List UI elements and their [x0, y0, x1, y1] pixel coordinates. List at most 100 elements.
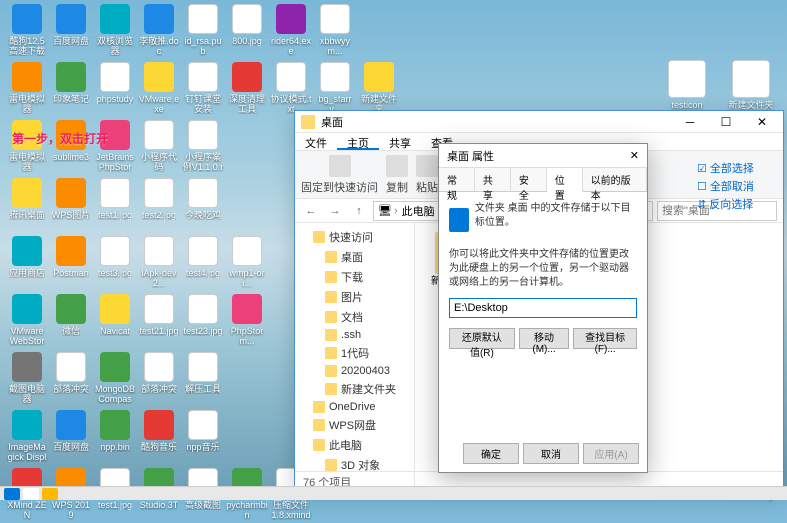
tab-previous[interactable]: 以前的版本	[583, 168, 647, 191]
find-target-button[interactable]: 查找目标(F)...	[573, 328, 637, 349]
tab-security[interactable]: 安全	[511, 168, 547, 191]
tab-location[interactable]: 位置	[547, 168, 583, 192]
desktop-icon[interactable]: 今晚吃鸡	[182, 178, 224, 233]
move-button[interactable]: 移动(M)...	[519, 328, 569, 349]
minimize-button[interactable]: ─	[675, 112, 705, 132]
nav-item[interactable]: 新建文件夹	[295, 379, 414, 399]
desktop-icon[interactable]: 雷电模拟器	[6, 62, 48, 117]
tab-share[interactable]: 共享	[475, 168, 511, 191]
desktop-icon[interactable]: 酷狗12.5高速下载器	[6, 4, 48, 59]
desktop-icon[interactable]: test23.jpg	[182, 294, 224, 349]
taskbar-explorer[interactable]	[42, 488, 58, 500]
nav-item[interactable]: 下载	[295, 267, 414, 287]
nav-back-button[interactable]: ←	[301, 201, 321, 221]
desktop-icon[interactable]: iApk-dev2...	[138, 236, 180, 291]
desktop-icon[interactable]: id_rsa.pub	[182, 4, 224, 59]
apply-button[interactable]: 应用(A)	[583, 443, 639, 464]
cancel-button[interactable]: 取消	[523, 443, 579, 464]
desktop-icon[interactable]	[226, 410, 268, 465]
desktop-icon[interactable]: 协议模式.txt	[270, 62, 312, 117]
desktop-icon[interactable]: 小程序案例V1.1.0.rar	[182, 120, 224, 175]
desktop-icon[interactable]: npp音乐	[182, 410, 224, 465]
close-button[interactable]: ✕	[747, 112, 777, 132]
desktop-icon[interactable]: JetBrains PhpStorm...	[94, 120, 136, 175]
nav-item[interactable]: 20200403	[295, 363, 414, 379]
desktop-icon[interactable]	[226, 120, 268, 175]
desktop-icon[interactable]: 钉钉课堂安装	[182, 62, 224, 117]
nav-item[interactable]: 桌面	[295, 247, 414, 267]
nav-forward-button[interactable]: →	[325, 201, 345, 221]
nav-item[interactable]: 快速访问	[295, 227, 414, 247]
desktop-icon[interactable]: ImageMagick Display	[6, 410, 48, 465]
desktop-icon[interactable]: 酷狗音乐	[138, 410, 180, 465]
desktop-icon[interactable]	[358, 4, 400, 59]
select-all[interactable]: ☑全部选择	[697, 159, 777, 177]
ribbon-tab-file[interactable]: 文件	[295, 133, 337, 150]
desktop-icon[interactable]: 部落冲突	[138, 352, 180, 407]
crumb-thispc[interactable]: 此电脑	[400, 203, 437, 219]
desktop-icon[interactable]: wmp1-ori...	[226, 236, 268, 291]
desktop-icon[interactable]: Navicat	[94, 294, 136, 349]
desktop-icon[interactable]: test3.jpg	[94, 236, 136, 291]
nav-item[interactable]: WPS网盘	[295, 415, 414, 435]
taskbar[interactable]	[0, 486, 787, 500]
nav-item[interactable]: 1代码	[295, 343, 414, 363]
properties-titlebar[interactable]: 桌面 属性 ✕	[439, 144, 647, 168]
desktop-icon[interactable]: test21.jpg	[138, 294, 180, 349]
desktop-icon[interactable]: Postman	[50, 236, 92, 291]
desktop-icon[interactable]: 解压工具	[182, 352, 224, 407]
restore-default-button[interactable]: 还原默认值(R)	[449, 328, 515, 349]
desktop-icon[interactable]	[226, 178, 268, 233]
desktop-icon[interactable]: 800.jpg	[226, 4, 268, 59]
nav-item[interactable]: 文档	[295, 307, 414, 327]
tool-paste[interactable]: 粘贴	[416, 155, 438, 195]
explorer-nav-pane[interactable]: 快速访问桌面下载图片文档.ssh1代码20200403新建文件夹OneDrive…	[295, 223, 415, 491]
desktop-icon[interactable]: 微信	[50, 294, 92, 349]
desktop-icon[interactable]: bg_starry...	[314, 62, 356, 117]
nav-item[interactable]: OneDrive	[295, 399, 414, 415]
desktop-icon[interactable]: PhpStorm...	[226, 294, 268, 349]
desktop-icon[interactable]: 应用商店	[6, 236, 48, 291]
desktop-icon[interactable]: 李敬推.doc	[138, 4, 180, 59]
desktop-icon[interactable]: 新建文件夹	[358, 62, 400, 117]
ok-button[interactable]: 确定	[463, 443, 519, 464]
tool-pin[interactable]: 固定到快速访问	[301, 155, 378, 195]
desktop-icon[interactable]: 截图电脑器	[6, 352, 48, 407]
desktop-icon[interactable]: sublime3	[50, 120, 92, 175]
desktop-icon[interactable]: phpstudy	[94, 62, 136, 117]
desktop-icon[interactable]: 腾讯桌面	[6, 178, 48, 233]
tab-general[interactable]: 常规	[439, 168, 475, 191]
desktop-icon[interactable]: 百度网盘	[50, 410, 92, 465]
location-path-input[interactable]	[449, 298, 637, 318]
desktop-icon[interactable]: xbbwyym...	[314, 4, 356, 59]
desktop-icon[interactable]: 深度清理工具	[226, 62, 268, 117]
maximize-button[interactable]: ☐	[711, 112, 741, 132]
nav-item[interactable]: 图片	[295, 287, 414, 307]
desktop-icon[interactable]: test4.jpg	[182, 236, 224, 291]
nav-item[interactable]: .ssh	[295, 327, 414, 343]
desktop-icon[interactable]: 百度网盘	[50, 4, 92, 59]
ribbon-tab-home[interactable]: 主页	[337, 133, 379, 150]
desktop-icon[interactable]: VMware WebStorm	[6, 294, 48, 349]
desktop-icon[interactable]: npp.bin	[94, 410, 136, 465]
taskbar-search[interactable]	[23, 488, 39, 500]
desktop-icon[interactable]: test2.jpg	[138, 178, 180, 233]
start-button[interactable]	[4, 488, 20, 500]
desktop-icon[interactable]: rider64.exe	[270, 4, 312, 59]
select-invert[interactable]: ⇵反向选择	[697, 195, 777, 213]
ribbon-tab-share[interactable]: 共享	[379, 133, 421, 150]
desktop-icon[interactable]: 雷电模拟器	[6, 120, 48, 175]
desktop-icon[interactable]: WPS图片	[50, 178, 92, 233]
desktop-icon[interactable]	[226, 352, 268, 407]
select-none[interactable]: ☐全部取消	[697, 177, 777, 195]
desktop-icon[interactable]: MongoDB Compass...	[94, 352, 136, 407]
tool-copy[interactable]: 复制	[386, 155, 408, 195]
nav-item[interactable]: 此电脑	[295, 435, 414, 455]
desktop-icon[interactable]: test1.jpg	[94, 178, 136, 233]
properties-close-button[interactable]: ✕	[630, 149, 639, 162]
desktop-icon[interactable]: 小程序代码	[138, 120, 180, 175]
desktop-icon[interactable]: 部落冲突	[50, 352, 92, 407]
nav-up-button[interactable]: ↑	[349, 201, 369, 221]
desktop-icon[interactable]: 印象笔记	[50, 62, 92, 117]
explorer-titlebar[interactable]: 桌面 ─ ☐ ✕	[295, 111, 783, 133]
